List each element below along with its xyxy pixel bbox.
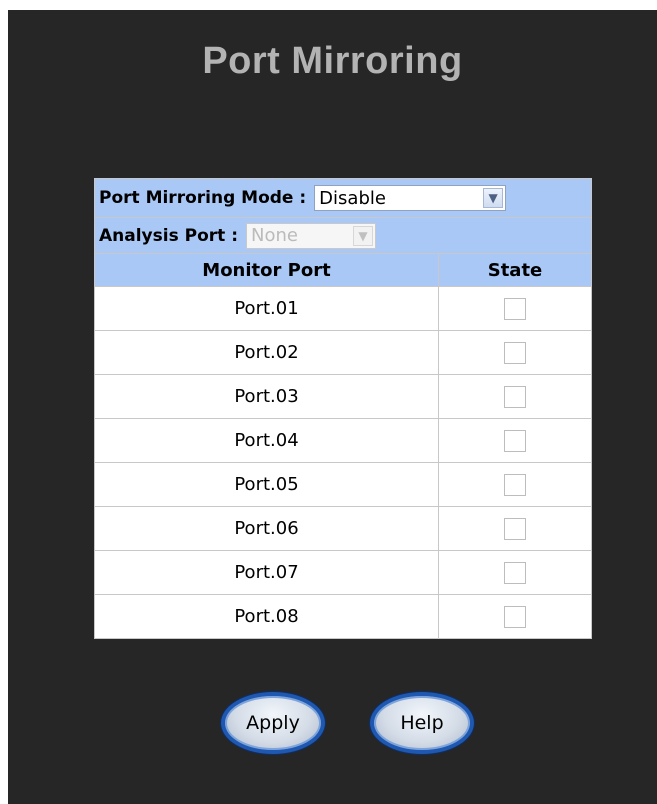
port-mirroring-form: Port Mirroring Mode : Disable ▼ Analysis… [93, 178, 593, 639]
state-checkbox[interactable] [504, 385, 526, 408]
state-cell [437, 330, 593, 375]
analysis-port-select: None ▼ [246, 222, 376, 249]
monitor-port-name: Port.05 [94, 462, 439, 507]
monitor-port-name: Port.02 [94, 330, 439, 375]
state-cell [437, 418, 593, 463]
monitor-port-name: Port.03 [94, 374, 439, 419]
chevron-down-icon: ▼ [353, 225, 373, 246]
table-row: Port.01 [94, 286, 593, 331]
state-checkbox[interactable] [504, 561, 526, 584]
analysis-select-value: None [251, 225, 298, 246]
state-checkbox[interactable] [504, 297, 526, 320]
table-row: Port.05 [94, 462, 593, 507]
table-row: Port.03 [94, 374, 593, 419]
mode-select-value: Disable [319, 187, 386, 209]
apply-button[interactable]: Apply [221, 692, 325, 754]
state-checkbox[interactable] [504, 473, 526, 496]
port-mirroring-table: Port Mirroring Mode : Disable ▼ Analysis… [93, 178, 593, 639]
state-cell [437, 550, 593, 595]
state-checkbox[interactable] [504, 341, 526, 364]
chevron-down-icon[interactable]: ▼ [483, 188, 504, 208]
analysis-label: Analysis Port : [99, 225, 238, 246]
table-header: Monitor Port State [94, 253, 593, 287]
analysis-row: Analysis Port : None ▼ [93, 217, 593, 254]
state-cell [437, 506, 593, 551]
table-row: Port.02 [94, 330, 593, 375]
monitor-port-name: Port.08 [94, 594, 439, 639]
state-cell [437, 286, 593, 331]
state-checkbox[interactable] [504, 605, 526, 628]
state-cell [437, 594, 593, 639]
monitor-port-name: Port.07 [94, 550, 439, 595]
monitor-port-name: Port.04 [94, 418, 439, 463]
header-state: State [437, 253, 593, 287]
table-row: Port.08 [94, 594, 593, 639]
table-row: Port.04 [94, 418, 593, 463]
mode-select[interactable]: Disable ▼ [314, 185, 507, 211]
mode-label: Port Mirroring Mode : [99, 188, 307, 208]
table-row: Port.07 [94, 550, 593, 595]
help-button[interactable]: Help [370, 692, 474, 754]
monitor-port-name: Port.06 [94, 506, 439, 551]
state-checkbox[interactable] [504, 517, 526, 540]
port-mirroring-panel: Port Mirroring Port Mirroring Mode : Dis… [8, 10, 657, 804]
mode-row: Port Mirroring Mode : Disable ▼ [93, 178, 593, 218]
header-monitor-port: Monitor Port [94, 253, 439, 287]
state-cell [437, 462, 593, 507]
page-title: Port Mirroring [202, 40, 463, 82]
table-row: Port.06 [94, 506, 593, 551]
state-checkbox[interactable] [504, 429, 526, 452]
monitor-port-name: Port.01 [94, 286, 439, 331]
state-cell [437, 374, 593, 419]
